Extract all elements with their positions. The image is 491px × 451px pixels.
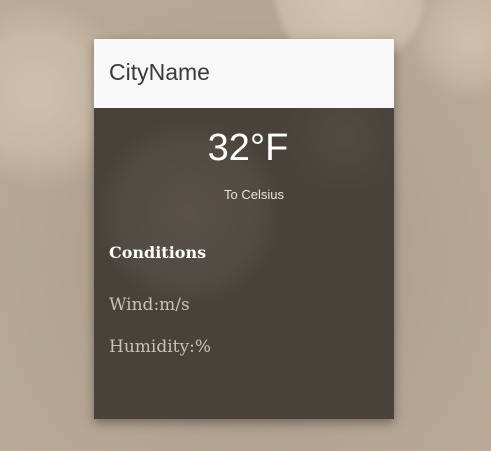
toggle-celsius-link[interactable]: To Celsius xyxy=(94,187,394,202)
humidity-label: Humidity:% xyxy=(109,337,211,357)
conditions-heading: Conditions xyxy=(109,243,207,262)
temperature-value: 32°F xyxy=(207,127,289,169)
weather-card: CityName 32°F To Celsius Conditions Wind… xyxy=(94,39,394,419)
city-name: CityName xyxy=(109,59,210,85)
wind-label: Wind:m/s xyxy=(109,295,190,315)
card-header: CityName xyxy=(94,39,394,108)
